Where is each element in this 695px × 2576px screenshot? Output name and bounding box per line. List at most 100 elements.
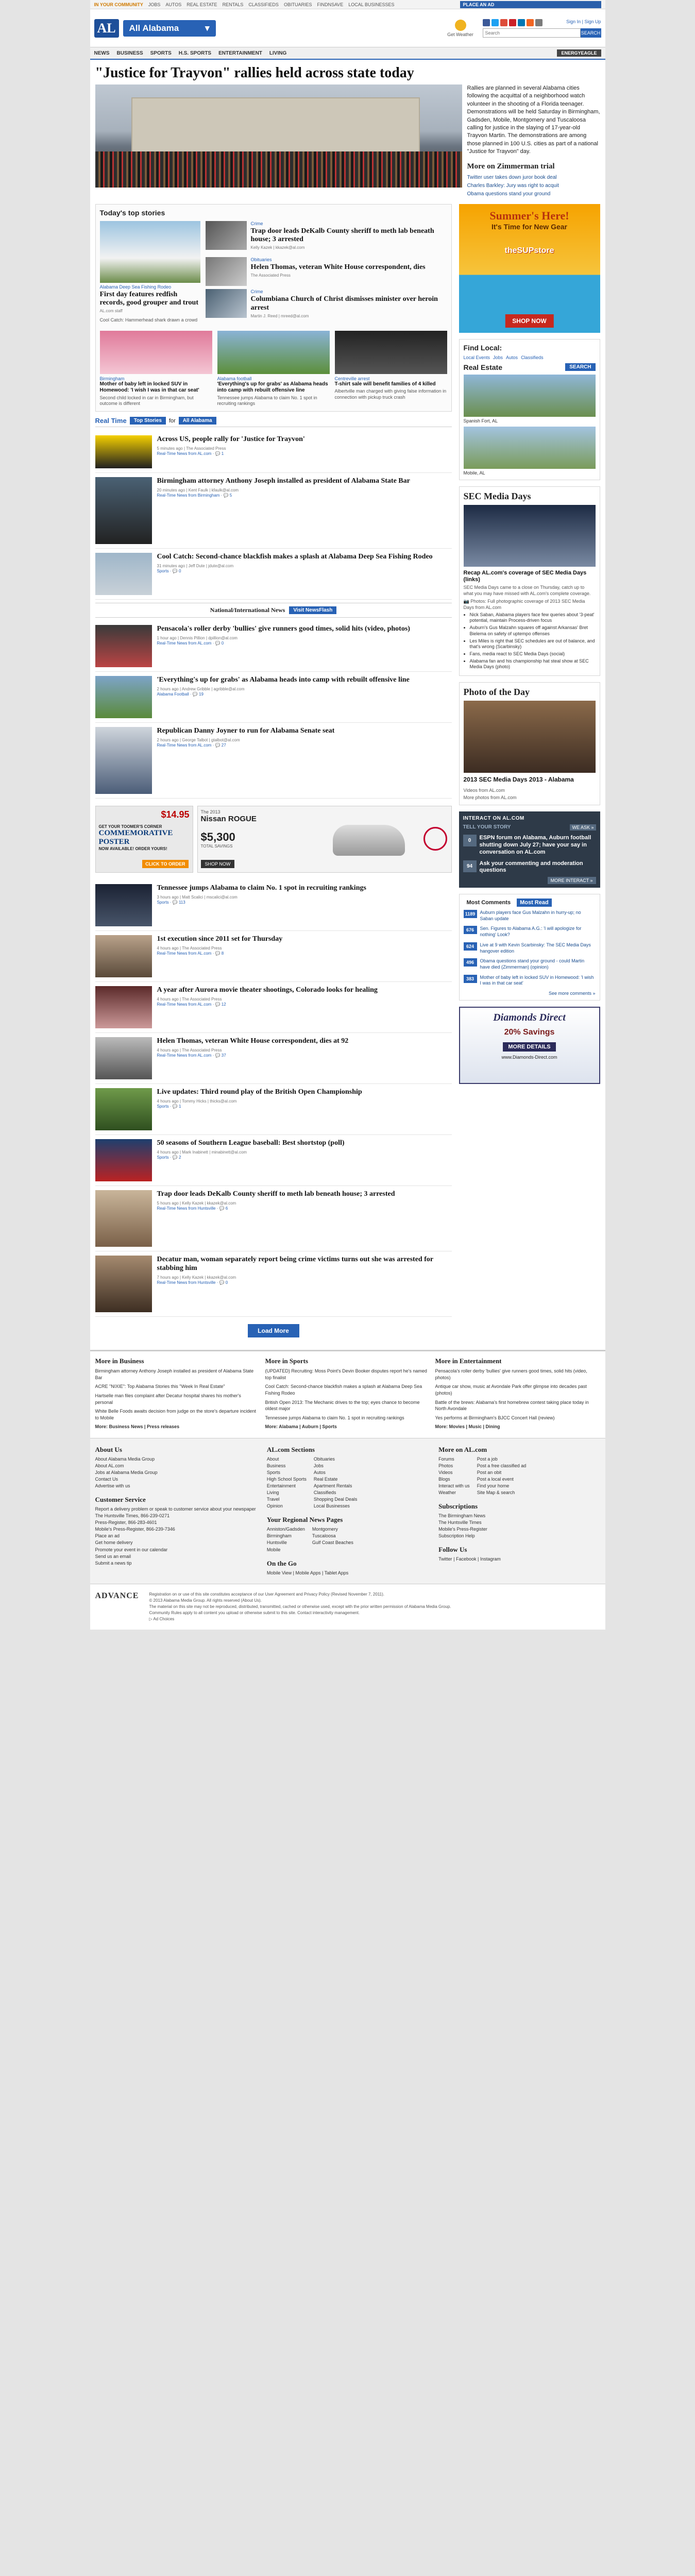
topbar-link-community[interactable]: IN YOUR COMMUNITY	[94, 2, 143, 7]
topbar-link-localbusinesses[interactable]: LOCAL BUSINESSES	[348, 2, 394, 7]
most-item-title[interactable]: Mother of baby left in locked SUV in Hom…	[480, 975, 596, 987]
more-link[interactable]: White Belle Foods awaits decision from j…	[95, 1408, 260, 1421]
tab-most-comments[interactable]: Most Comments	[464, 899, 514, 907]
story-thumbnail[interactable]	[95, 1190, 152, 1247]
nav-business[interactable]: BUSINESS	[117, 50, 143, 56]
lead-story-related[interactable]: Cool Catch: Hammerhead shark drawn a cro…	[100, 317, 200, 324]
sign-in-link[interactable]: Sign In | Sign Up	[566, 19, 601, 24]
footer-link[interactable]: Post a job	[477, 1456, 527, 1463]
list-item[interactable]: 383 Mother of baby left in locked SUV in …	[463, 974, 596, 987]
footer-link[interactable]: Jobs at Alabama Media Group	[95, 1469, 257, 1476]
site-logo[interactable]: AL	[94, 19, 119, 38]
hero-link[interactable]: Obama questions stand your ground	[467, 191, 600, 198]
story-thumbnail[interactable]	[95, 935, 152, 978]
story-kicker[interactable]: Alabama football	[217, 376, 330, 381]
footer-link[interactable]: Weather	[438, 1489, 470, 1496]
load-more-button[interactable]: Load More	[247, 1324, 299, 1338]
footer-follow-links[interactable]: Twitter | Facebook | Instagram	[438, 1556, 600, 1563]
topbar-link-findnsave[interactable]: FINDNSAVE	[317, 2, 343, 7]
interact-question[interactable]: ESPN forum on Alabama, Auburn football s…	[480, 835, 596, 856]
story-kicker[interactable]: Birmingham	[100, 376, 212, 381]
find-link-events[interactable]: Local Events	[464, 355, 490, 360]
list-item[interactable]: 0 ESPN forum on Alabama, Auburn football…	[463, 835, 596, 856]
footer-link[interactable]: Real Estate	[314, 1476, 358, 1483]
find-link-jobs[interactable]: Jobs	[493, 355, 503, 360]
googleplus-icon[interactable]	[500, 19, 507, 26]
realtime-tab-selector[interactable]: Top Stories	[129, 417, 166, 425]
story-headline[interactable]: Pensacola's roller derby 'bullies' give …	[157, 625, 410, 634]
more-title[interactable]: More in Sports	[265, 1357, 430, 1366]
find-link-classifieds[interactable]: Classifieds	[521, 355, 544, 360]
story-headline[interactable]: Helen Thomas, veteran White House corres…	[157, 1037, 349, 1046]
list-item[interactable]: 624 Live at 9 with Kevin Scarbinsky: The …	[463, 942, 596, 954]
footer-link[interactable]: Tuscaloosa	[312, 1533, 353, 1539]
lead-story-photo[interactable]	[99, 221, 200, 283]
more-link[interactable]: Yes performs at Birmingham's BJCC Concer…	[435, 1415, 600, 1421]
footer-link[interactable]: Anniston/Gadsden	[267, 1526, 305, 1533]
most-item-title[interactable]: Sen. Figures to Alabama A.G.: 'I will ap…	[480, 926, 596, 938]
story-thumbnail[interactable]	[95, 553, 152, 596]
story-thumbnail[interactable]	[95, 986, 152, 1029]
nav-sponsor-ad[interactable]: EnergyEagle	[557, 49, 601, 57]
footer-link[interactable]: Forums	[438, 1456, 470, 1463]
nav-news[interactable]: NEWS	[94, 50, 110, 56]
story-source-label[interactable]: Real-Time News from AL.com	[157, 641, 212, 646]
more-footer-links[interactable]: More: Alabama | Auburn | Sports	[265, 1423, 430, 1430]
story-source-label[interactable]: Sports	[157, 1104, 169, 1109]
interact-question[interactable]: Ask your commenting and moderation quest…	[480, 860, 596, 875]
potd-videos-link[interactable]: Videos from AL.com	[464, 788, 596, 794]
list-item[interactable]: 676 Sen. Figures to Alabama A.G.: 'I will…	[463, 926, 596, 938]
footer-link[interactable]: Site Map & search	[477, 1489, 527, 1496]
more-link[interactable]: Pensacola's roller derby 'bullies' give …	[435, 1368, 600, 1381]
interact-we-ask[interactable]: WE ASK »	[570, 824, 596, 831]
sec-photo[interactable]	[463, 504, 596, 567]
story-source-label[interactable]: Real-Time News from Huntsville	[157, 1280, 216, 1285]
hero-link[interactable]: Charles Barkley: Jury was right to acqui…	[467, 182, 600, 190]
poster-order-button[interactable]: CLICK TO ORDER	[142, 860, 189, 869]
hero-more-title[interactable]: More on Zimmerman trial	[467, 161, 600, 172]
story-desc[interactable]: Tennessee jumps Alabama to claim No. 1 s…	[217, 395, 330, 407]
footer-link[interactable]: Gulf Coast Beaches	[312, 1539, 353, 1546]
hero-headline[interactable]: "Justice for Trayvon" rallies held acros…	[95, 65, 600, 81]
nav-hs-sports[interactable]: H.S. SPORTS	[179, 50, 211, 56]
story-thumbnail[interactable]	[95, 1139, 152, 1182]
topbar-link-classifieds[interactable]: CLASSIFIEDS	[248, 2, 279, 7]
footer-link[interactable]: Find your home	[477, 1483, 527, 1489]
footer-link[interactable]: Local Businesses	[314, 1503, 358, 1510]
sec-photo-link[interactable]: Photos: Full photographic coverage of 20…	[464, 599, 585, 610]
nissan-shop-button[interactable]: SHOP NOW	[200, 860, 235, 869]
region-selector[interactable]: All Alabama ▾	[123, 20, 216, 37]
footer-link[interactable]: Montgomery	[312, 1526, 353, 1533]
list-item[interactable]: Spanish Fort, AL	[463, 374, 596, 423]
interact-tell-story[interactable]: TELL YOUR STORY	[463, 824, 511, 831]
more-link[interactable]: (UPDATED) Recruiting: Moss Point's Devin…	[265, 1368, 430, 1381]
footer-link[interactable]: Post a local event	[477, 1476, 527, 1483]
summer-gear-ad[interactable]: Summer's Here! It's Time for New Gear th…	[459, 204, 600, 333]
nissan-ad[interactable]: The 2013 Nissan ROGUE $5,300 TOTAL SAVIN…	[197, 806, 452, 873]
most-item-title[interactable]: Auburn players face Gus Malzahn in hurry…	[480, 910, 596, 922]
footer-link[interactable]: Classifieds	[314, 1489, 358, 1496]
footer-link[interactable]: Autos	[314, 1469, 358, 1476]
story-headline[interactable]: 1st execution since 2011 set for Thursda…	[157, 935, 283, 944]
topbar-link-jobs[interactable]: JOBS	[148, 2, 161, 7]
lead-story-headline[interactable]: First day features redfish records, good…	[100, 291, 200, 308]
footer-link[interactable]: Subscription Help	[438, 1533, 600, 1539]
story-headline[interactable]: Across US, people rally for 'Justice for…	[157, 435, 305, 444]
story-source-label[interactable]: Real-Time News from AL.com	[157, 743, 212, 748]
ad-choices-label[interactable]: Ad Choices	[153, 1617, 174, 1621]
hero-link[interactable]: Twitter user takes down juror book deal	[467, 174, 600, 181]
story-headline[interactable]: Columbiana Church of Christ dismisses mi…	[251, 295, 447, 313]
story-desc[interactable]: Second child locked in car in Birmingham…	[100, 395, 212, 407]
footer-link[interactable]: Apartment Rentals	[314, 1483, 358, 1489]
footer-link[interactable]: The Huntsville Times	[438, 1519, 600, 1526]
rss-icon[interactable]	[526, 19, 534, 26]
comment-count[interactable]: 2	[179, 1155, 181, 1160]
story-kicker[interactable]: Crime	[251, 289, 447, 294]
topbar-link-realestate[interactable]: REAL ESTATE	[187, 2, 217, 7]
comment-count[interactable]: 8	[222, 951, 224, 956]
more-link[interactable]: British Open 2013: The Mechanic drives t…	[265, 1399, 430, 1412]
list-item[interactable]: 94 Ask your commenting and moderation qu…	[463, 860, 596, 875]
potd-photo[interactable]	[463, 700, 596, 773]
story-source-label[interactable]: Real-Time News from AL.com	[157, 451, 212, 456]
story-headline[interactable]: Trap door leads DeKalb County sheriff to…	[251, 227, 447, 245]
